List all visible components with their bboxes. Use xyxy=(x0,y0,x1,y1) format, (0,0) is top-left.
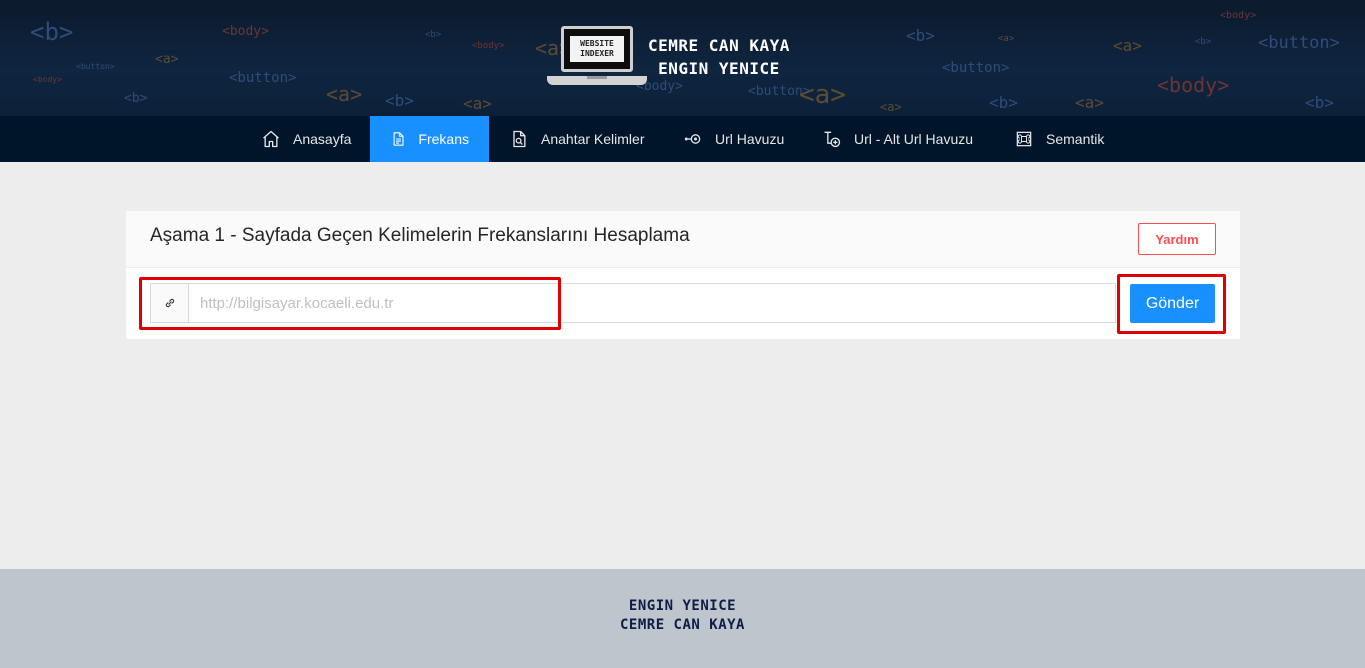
bg-code-tag: <a> xyxy=(998,34,1015,44)
nav-item-label: Semantik xyxy=(1046,131,1105,147)
top-nav: Anasayfa Frekans Anahtar Kelimler Url Ha… xyxy=(0,116,1365,162)
bg-code-tag: <button> xyxy=(942,60,1010,76)
bg-code-tag: <a> xyxy=(463,94,492,113)
bg-code-tag: <b> xyxy=(1305,93,1334,112)
bg-code-tag: <b> xyxy=(30,18,74,46)
header-banner: <b> <body> <a> <button> <b> <body> <a> <… xyxy=(0,0,1365,116)
nav-item-frekans[interactable]: Frekans xyxy=(370,116,489,162)
bg-code-tag: <button> xyxy=(229,70,297,86)
footer-name-line: ENGIN YENICE xyxy=(628,598,737,614)
laptop-base xyxy=(547,76,647,85)
logo-text-line: WEBSITE xyxy=(580,39,614,48)
nav-item-url-havuzu[interactable]: Url Havuzu xyxy=(663,116,804,162)
nav-item-label: Anasayfa xyxy=(293,131,352,147)
laptop-icon: WEBSITE INDEXER xyxy=(561,26,633,72)
bg-code-tag: <body> xyxy=(472,41,505,51)
bg-code-tag: <b> xyxy=(425,30,442,40)
url-input-group xyxy=(150,283,1116,323)
frequency-card: Aşama 1 - Sayfada Geçen Kelimelerin Frek… xyxy=(126,211,1240,339)
bg-code-tag: <a> xyxy=(155,52,179,67)
footer-name-line: CEMRE CAN KAYA xyxy=(619,617,745,633)
node-icon xyxy=(684,134,701,144)
bg-code-tag: <a> xyxy=(1113,36,1142,55)
footer-names: ENGIN YENICE CEMRE CAN KAYA xyxy=(0,597,1365,635)
bg-code-tag: <b> xyxy=(385,91,414,110)
bg-code-tag: <body> xyxy=(1220,10,1257,21)
nav-item-label: Url - Alt Url Havuzu xyxy=(854,131,974,147)
brand-name-line: ENGIN YENICE xyxy=(658,59,780,78)
bg-code-tag: <button> xyxy=(76,62,115,71)
logo: WEBSITE INDEXER xyxy=(547,24,647,90)
nav-item-anahtar-kelimler[interactable]: Anahtar Kelimler xyxy=(489,116,665,162)
submit-button[interactable]: Gönder xyxy=(1130,284,1215,323)
link-icon xyxy=(165,298,174,308)
nav-item-anasayfa[interactable]: Anasayfa xyxy=(241,116,371,162)
nav-item-label: Url Havuzu xyxy=(715,131,785,147)
brand-name-line: CEMRE CAN KAYA xyxy=(648,36,790,55)
bg-code-tag: <body> xyxy=(1157,73,1230,97)
bg-code-tag: <b> xyxy=(1195,37,1212,47)
command-icon xyxy=(1016,131,1032,147)
file-text-icon xyxy=(393,132,404,146)
bg-code-tag: <a> xyxy=(799,80,846,110)
nav-item-label: Anahtar Kelimler xyxy=(541,131,645,147)
bg-code-tag: <a> xyxy=(880,100,902,114)
bg-code-tag: <body> xyxy=(33,75,62,84)
brand-names: CEMRE CAN KAYA ENGIN YENICE xyxy=(648,34,790,80)
bg-code-tag: <button> xyxy=(1258,33,1340,53)
branch-icon xyxy=(824,131,841,148)
bg-code-tag: <a> xyxy=(326,82,363,106)
bg-code-tag: <body> xyxy=(222,24,269,39)
home-icon xyxy=(263,130,279,148)
logo-text: WEBSITE INDEXER xyxy=(570,36,624,62)
bg-code-tag: <b> xyxy=(989,93,1018,112)
bg-code-tag: <a> xyxy=(1075,93,1104,112)
file-search-icon xyxy=(513,130,526,148)
nav-item-label: Frekans xyxy=(418,131,469,147)
bg-code-tag: <b> xyxy=(124,91,148,106)
help-button[interactable]: Yardım xyxy=(1138,223,1216,255)
page-title: Aşama 1 - Sayfada Geçen Kelimelerin Frek… xyxy=(150,225,690,246)
url-addon xyxy=(151,284,189,322)
bg-code-tag: <b> xyxy=(906,26,935,45)
logo-text-line: INDEXER xyxy=(580,49,614,58)
nav-item-semantik[interactable]: Semantik xyxy=(994,116,1124,162)
card-header: Aşama 1 - Sayfada Geçen Kelimelerin Frek… xyxy=(126,211,1240,268)
footer: ENGIN YENICE CEMRE CAN KAYA xyxy=(0,569,1365,668)
nav-item-url-alt-url-havuzu[interactable]: Url - Alt Url Havuzu xyxy=(802,116,993,162)
url-input[interactable] xyxy=(189,284,1115,322)
